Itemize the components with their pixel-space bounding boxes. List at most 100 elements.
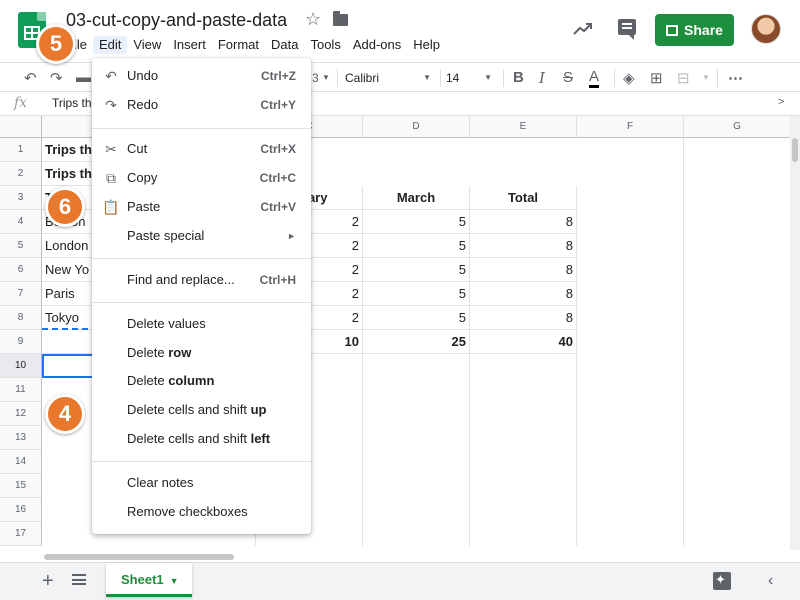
row-header[interactable]: 4 xyxy=(0,210,42,234)
row-header[interactable]: 13 xyxy=(0,426,42,450)
menu-item-undo[interactable]: ↶ Undo Ctrl+Z xyxy=(92,62,311,90)
menu-item-delete-row[interactable]: Delete row xyxy=(92,339,311,367)
cell-e7[interactable]: 8 xyxy=(470,282,577,306)
folder-icon[interactable] xyxy=(333,11,348,26)
bold-icon[interactable]: B xyxy=(513,69,524,86)
row-header[interactable]: 1 xyxy=(0,138,42,162)
comments-icon[interactable] xyxy=(618,19,636,40)
menu-help[interactable]: Help xyxy=(407,36,446,54)
borders-icon[interactable]: ⊞ xyxy=(650,69,663,87)
activity-trend-icon[interactable] xyxy=(572,18,594,40)
strikethrough-icon[interactable]: S xyxy=(563,69,573,86)
cell-e5[interactable]: 8 xyxy=(470,234,577,258)
menu-item-copy[interactable]: ⧉ Copy Ctrl+C xyxy=(92,164,311,192)
menu-item-paste-special[interactable]: Paste special ► xyxy=(92,222,311,250)
star-icon[interactable]: ☆ xyxy=(305,9,321,30)
cell-d5[interactable]: 5 xyxy=(363,234,470,258)
menu-data[interactable]: Data xyxy=(265,36,304,54)
menu-edit[interactable]: Edit xyxy=(92,36,128,54)
row-header[interactable]: 3 xyxy=(0,186,42,210)
row-header[interactable]: 2 xyxy=(0,162,42,186)
avatar[interactable] xyxy=(751,14,781,44)
row-header[interactable]: 5 xyxy=(0,234,42,258)
shortcut-label: Ctrl+Y xyxy=(260,98,296,112)
format-partial[interactable]: 3 xyxy=(312,71,319,85)
column-header-d[interactable]: D xyxy=(363,116,470,138)
row-header[interactable]: 6 xyxy=(0,258,42,282)
cell-d7[interactable]: 5 xyxy=(363,282,470,306)
menu-insert[interactable]: Insert xyxy=(167,36,212,54)
row-header[interactable]: 15 xyxy=(0,474,42,498)
chevron-left-icon[interactable]: ‹ xyxy=(768,572,773,590)
document-title[interactable]: 03-cut-copy-and-paste-data xyxy=(66,10,287,31)
menu-item-paste[interactable]: 📋 Paste Ctrl+V xyxy=(92,193,311,221)
row-header[interactable]: 8 xyxy=(0,306,42,330)
explore-icon[interactable] xyxy=(713,572,731,590)
row-header[interactable]: 10 xyxy=(0,354,42,378)
add-sheet-icon[interactable]: + xyxy=(42,570,54,593)
row-header[interactable]: 12 xyxy=(0,402,42,426)
cell-d4[interactable]: 5 xyxy=(363,210,470,234)
cell-e6[interactable]: 8 xyxy=(470,258,577,282)
chevron-down-icon[interactable]: ▼ xyxy=(702,73,710,82)
cell-e3[interactable]: Total xyxy=(470,186,577,210)
horizontal-scrollbar[interactable] xyxy=(42,552,790,562)
cell-e8[interactable]: 8 xyxy=(470,306,577,330)
column-g-cells[interactable] xyxy=(684,138,790,546)
font-size-select[interactable]: 14 ▼ xyxy=(446,69,496,87)
row-header[interactable]: 17 xyxy=(0,522,42,546)
row-header[interactable]: 9 xyxy=(0,330,42,354)
cell-e4[interactable]: 8 xyxy=(470,210,577,234)
all-sheets-icon[interactable] xyxy=(72,574,86,585)
menu-item-cut[interactable]: ✂ Cut Ctrl+X xyxy=(92,135,311,163)
formula-expand-icon[interactable]: > xyxy=(778,96,784,108)
menu-item-label: Copy xyxy=(127,170,158,185)
menu-item-remove-checkboxes[interactable]: Remove checkboxes xyxy=(92,498,311,526)
column-f-cells[interactable] xyxy=(577,138,684,546)
menu-view[interactable]: View xyxy=(127,36,167,54)
cell-d8[interactable]: 5 xyxy=(363,306,470,330)
text-color-icon[interactable]: A xyxy=(589,69,600,88)
italic-icon[interactable]: I xyxy=(539,69,545,87)
menu-item-delete-values[interactable]: Delete values xyxy=(92,310,311,338)
column-d-empty-cells[interactable] xyxy=(363,354,470,546)
merge-cells-icon[interactable]: ⊟ xyxy=(677,69,690,87)
column-header-f[interactable]: F xyxy=(577,116,684,138)
font-select[interactable]: Calibri ▼ xyxy=(345,69,435,87)
share-button[interactable]: Share xyxy=(655,14,734,46)
row-header[interactable]: 14 xyxy=(0,450,42,474)
menu-item-delete-shift-left[interactable]: Delete cells and shift left xyxy=(92,425,311,453)
vertical-scroll-thumb[interactable] xyxy=(792,138,798,162)
menu-item-bold-label: row xyxy=(168,345,192,360)
vertical-scrollbar[interactable] xyxy=(790,116,800,550)
select-all-corner[interactable] xyxy=(0,116,42,138)
column-header-e[interactable]: E xyxy=(470,116,577,138)
menu-item-redo[interactable]: ↷ Redo Ctrl+Y xyxy=(92,91,311,119)
menu-item-delete-column[interactable]: Delete column xyxy=(92,367,311,395)
cell-d9[interactable]: 25 xyxy=(363,330,470,354)
fill-color-icon[interactable]: ◈ xyxy=(623,69,635,87)
menu-format[interactable]: Format xyxy=(212,36,265,54)
chevron-down-icon[interactable]: ▼ xyxy=(322,73,330,82)
menu-tools[interactable]: Tools xyxy=(304,36,346,54)
undo-toolbar-icon[interactable]: ↶ xyxy=(24,69,37,87)
row-header[interactable]: 16 xyxy=(0,498,42,522)
column-e-empty-cells[interactable] xyxy=(470,354,577,546)
chevron-down-icon[interactable]: ▼ xyxy=(170,576,179,586)
cell-e9[interactable]: 40 xyxy=(470,330,577,354)
formula-input[interactable]: Trips thi xyxy=(52,96,94,110)
menu-item-clear-notes[interactable]: Clear notes xyxy=(92,469,311,497)
row-header[interactable]: 11 xyxy=(0,378,42,402)
row-header[interactable]: 7 xyxy=(0,282,42,306)
more-options-icon[interactable]: ⋯ xyxy=(728,69,743,87)
cell-d3[interactable]: March xyxy=(363,186,470,210)
sheet-tab-sheet1[interactable]: Sheet1 ▼ xyxy=(106,563,192,597)
redo-toolbar-icon[interactable]: ↷ xyxy=(50,69,63,87)
menu-item-delete-shift-up[interactable]: Delete cells and shift up xyxy=(92,396,311,424)
print-icon[interactable]: ▬ xyxy=(76,69,91,86)
column-header-g[interactable]: G xyxy=(684,116,790,138)
menu-item-find-replace[interactable]: Find and replace... Ctrl+H xyxy=(92,266,311,294)
horizontal-scroll-thumb[interactable] xyxy=(44,554,234,560)
cell-d6[interactable]: 5 xyxy=(363,258,470,282)
menu-addons[interactable]: Add-ons xyxy=(347,36,407,54)
